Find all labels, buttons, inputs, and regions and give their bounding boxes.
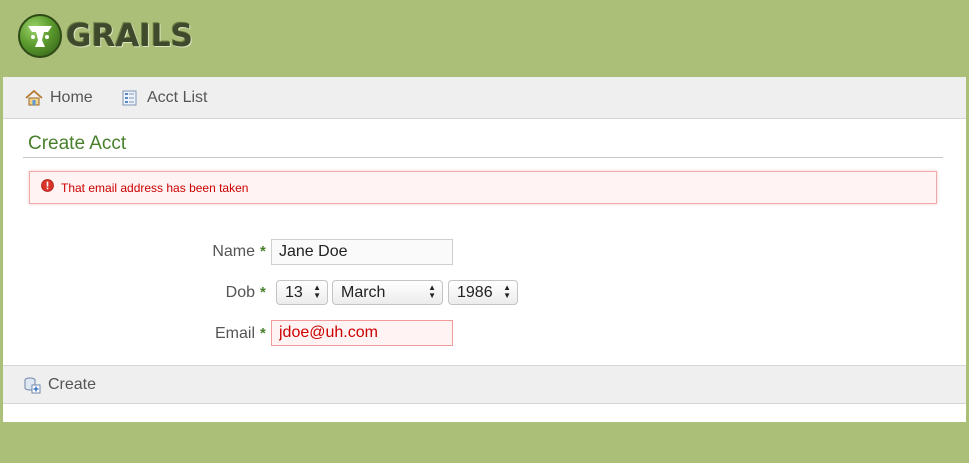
header: GRAILS: [3, 0, 966, 77]
exclamation-circle-icon: [41, 178, 54, 197]
form-actions-bar: Create: [3, 365, 966, 404]
logo-wordmark: GRAILS: [66, 18, 193, 54]
dob-year-select[interactable]: 1986 ▲ ▼: [448, 280, 518, 305]
page-title: Create Acct: [28, 133, 127, 154]
name-input[interactable]: [271, 239, 453, 265]
footer-band: [3, 422, 966, 463]
create-button-label: Create: [48, 376, 97, 393]
app-window: GRAILS Home Acct List Create Acct That e…: [3, 0, 966, 463]
nav-home-label: Home: [50, 88, 93, 106]
nav-acct-list-label: Acct List: [147, 88, 208, 106]
email-label: Email: [214, 325, 255, 342]
dob-month-select[interactable]: March ▲ ▼: [332, 280, 443, 305]
name-label: Name: [212, 243, 255, 260]
list-document-icon: [122, 90, 140, 106]
dob-required-marker: *: [260, 284, 266, 301]
dob-year-value: 1986: [457, 283, 493, 301]
grails-cup-icon: [18, 14, 62, 58]
select-arrows-icon: ▲ ▼: [428, 283, 436, 300]
error-message-text: That email address has been taken: [61, 180, 249, 195]
create-button[interactable]: Create: [23, 376, 96, 394]
database-add-icon: [23, 376, 41, 394]
error-message-box: That email address has been taken: [29, 171, 937, 204]
nav-acct-list-link[interactable]: Acct List: [122, 89, 207, 107]
email-input[interactable]: [271, 320, 453, 346]
house-icon: [25, 89, 43, 106]
dob-day-select[interactable]: 13 ▲ ▼: [276, 280, 328, 305]
email-required-marker: *: [260, 325, 266, 342]
title-divider: [23, 157, 943, 158]
dob-label: Dob: [225, 284, 255, 301]
dob-month-value: March: [341, 283, 386, 301]
select-arrows-icon: ▲ ▼: [503, 283, 511, 300]
dob-day-value: 13: [285, 283, 303, 301]
name-required-marker: *: [260, 243, 266, 260]
grails-logo[interactable]: GRAILS: [18, 14, 193, 58]
nav-home-link[interactable]: Home: [25, 89, 93, 107]
nav-bar: Home Acct List: [3, 77, 966, 119]
select-arrows-icon: ▲ ▼: [313, 283, 321, 300]
